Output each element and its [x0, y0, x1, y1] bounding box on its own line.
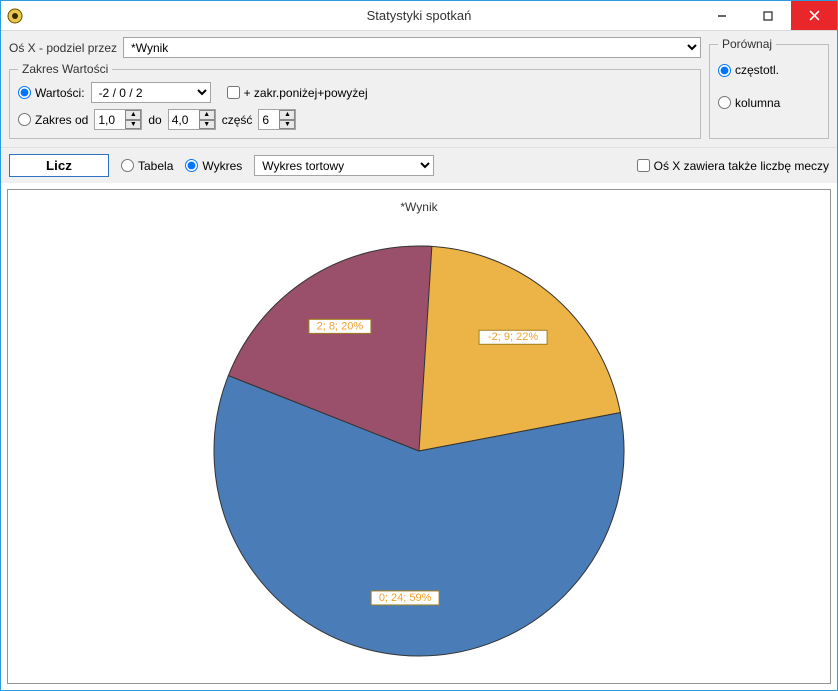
- config-panel: Oś X - podziel przez *Wynik Zakres Warto…: [1, 31, 837, 147]
- chart-title: *Wynik: [400, 200, 437, 214]
- svg-text:-2; 9; 22%: -2; 9; 22%: [488, 331, 538, 343]
- pie-slice-label: -2; 9; 22%: [479, 330, 547, 344]
- extra-range-label: + zakr.poniżej+powyżej: [244, 86, 368, 100]
- show-count-label: Oś X zawiera także liczbę meczy: [654, 159, 829, 173]
- range-to-spinner[interactable]: ▲▼: [168, 109, 216, 130]
- chart-area: *Wynik -2; 9; 22% 0; 24; 59% 2; 8; 20%: [7, 189, 831, 684]
- pie-slice-label: 0; 24; 59%: [371, 590, 439, 604]
- values-radio[interactable]: Wartości:: [18, 86, 85, 100]
- range-group: Zakres Wartości Wartości: -2 / 0 / 2 + z…: [9, 62, 701, 139]
- chart-type-select[interactable]: Wykres tortowy: [254, 155, 434, 176]
- range-from-radio[interactable]: Zakres od: [18, 113, 88, 127]
- compare-group: Porównaj częstotl. kolumna: [709, 37, 829, 139]
- range-to-label: do: [148, 113, 161, 127]
- range-from-spinner[interactable]: ▲▼: [94, 109, 142, 130]
- chevron-up-icon[interactable]: ▲: [279, 110, 295, 120]
- app-icon: [7, 8, 23, 24]
- compare-column-radio[interactable]: kolumna: [718, 96, 780, 110]
- compare-freq-label: częstotl.: [735, 63, 779, 77]
- view-chart-radio[interactable]: Wykres: [185, 159, 242, 173]
- chevron-down-icon[interactable]: ▼: [125, 120, 141, 130]
- axis-select[interactable]: *Wynik: [123, 37, 701, 58]
- pie-chart: -2; 9; 22% 0; 24; 59% 2; 8; 20%: [199, 231, 639, 671]
- view-table-label: Tabela: [138, 159, 173, 173]
- values-radio-label: Wartości:: [35, 86, 85, 100]
- chevron-up-icon[interactable]: ▲: [125, 110, 141, 120]
- view-table-radio[interactable]: Tabela: [121, 159, 173, 173]
- pie-slice-label: 2; 8; 20%: [309, 319, 371, 333]
- chevron-down-icon[interactable]: ▼: [279, 120, 295, 130]
- parts-spinner[interactable]: ▲▼: [258, 109, 296, 130]
- titlebar: Statystyki spotkań: [1, 1, 837, 31]
- show-count-checkbox[interactable]: Oś X zawiera także liczbę meczy: [637, 159, 829, 173]
- axis-label: Oś X - podziel przez: [9, 41, 117, 55]
- extra-range-checkbox[interactable]: + zakr.poniżej+powyżej: [227, 86, 368, 100]
- minimize-button[interactable]: [699, 1, 745, 30]
- compare-column-label: kolumna: [735, 96, 780, 110]
- values-select[interactable]: -2 / 0 / 2: [91, 82, 211, 103]
- parts-label: część: [222, 113, 253, 127]
- compute-button[interactable]: Licz: [9, 154, 109, 177]
- close-button[interactable]: [791, 1, 837, 30]
- compare-freq-radio[interactable]: częstotl.: [718, 63, 779, 77]
- compare-group-legend: Porównaj: [718, 37, 776, 51]
- maximize-button[interactable]: [745, 1, 791, 30]
- range-group-legend: Zakres Wartości: [18, 62, 112, 76]
- toolbar: Licz Tabela Wykres Wykres tortowy Oś X z…: [1, 147, 837, 183]
- chevron-down-icon[interactable]: ▼: [199, 120, 215, 130]
- svg-text:0; 24; 59%: 0; 24; 59%: [379, 591, 432, 603]
- view-chart-label: Wykres: [202, 159, 242, 173]
- svg-text:2; 8; 20%: 2; 8; 20%: [317, 320, 364, 332]
- chevron-up-icon[interactable]: ▲: [199, 110, 215, 120]
- range-from-radio-label: Zakres od: [35, 113, 88, 127]
